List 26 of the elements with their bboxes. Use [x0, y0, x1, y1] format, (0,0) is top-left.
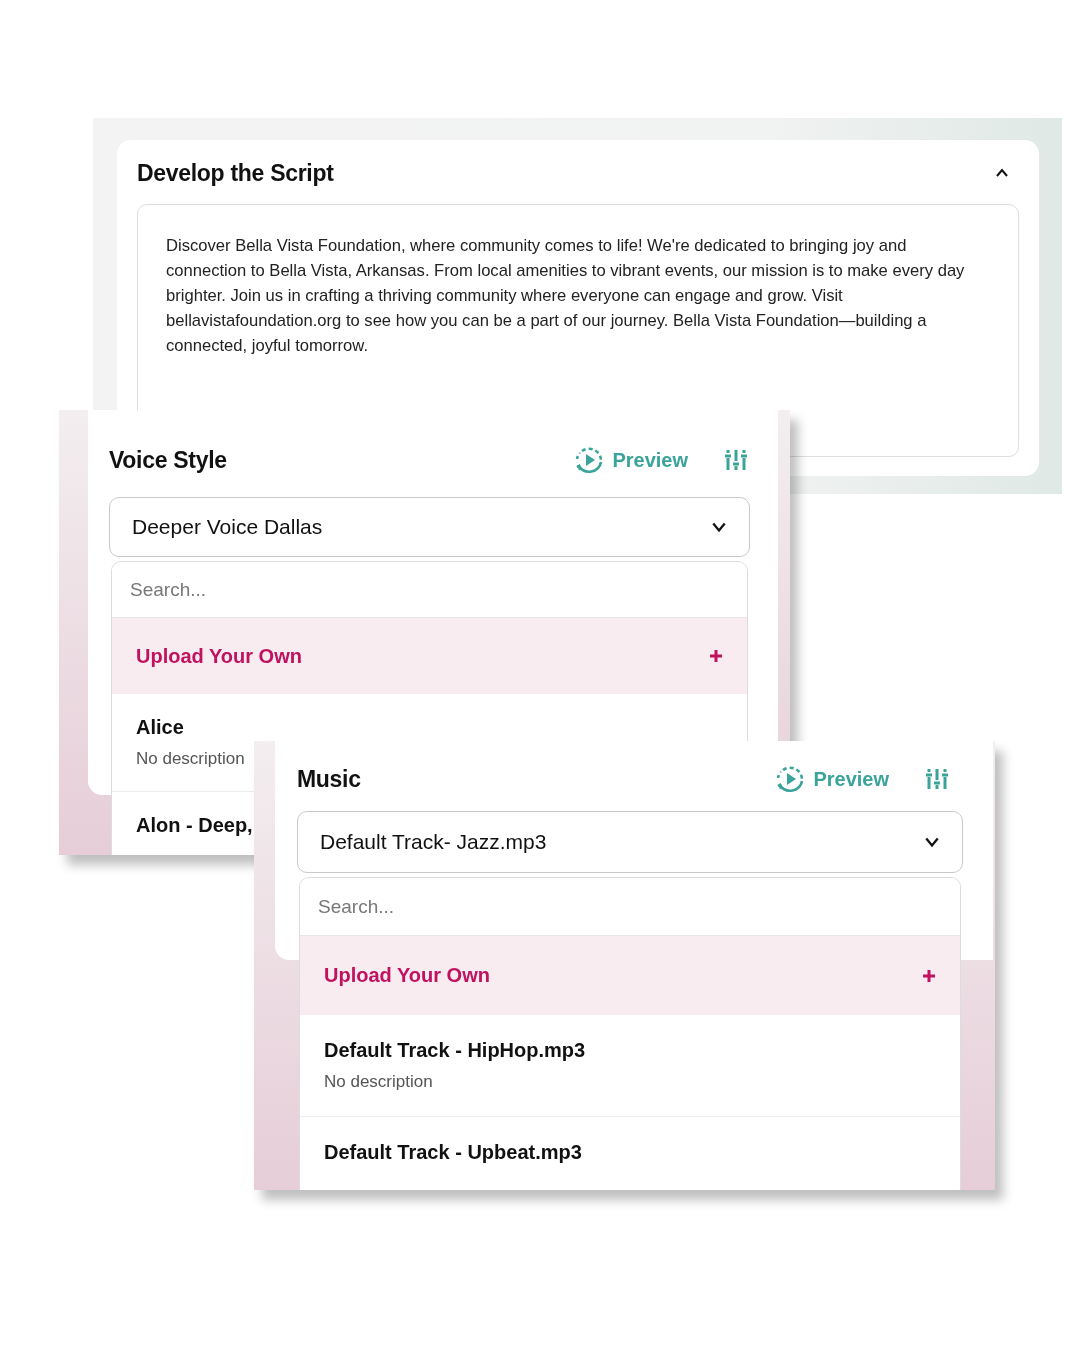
upload-label: Upload Your Own: [136, 644, 302, 668]
plus-icon: [709, 649, 723, 663]
list-option[interactable]: Default Track - Upbeat.mp3: [300, 1117, 960, 1190]
section-title: Voice Style: [109, 446, 227, 474]
option-name: Alon - Deep,: [136, 814, 254, 837]
sliders-icon[interactable]: [724, 448, 748, 472]
option-name: Alice: [136, 716, 185, 739]
search-field[interactable]: Search...: [112, 562, 747, 618]
search-field[interactable]: Search...: [300, 878, 960, 936]
play-icon: [775, 764, 806, 794]
script-text: Discover Bella Vista Foundation, where community comes to life! We're dedicated to bringing joy and connection to Bella Vista, Arkansas. From local amenities to vibrant events, our mission is to make every day brighter. Join us in crafting a thriving community where everyone can engage and grow. Visit bellavistafoundation.org to see how you can be a part of our journey. Bella Vista Foundation—building a connected, joyful tomorrow.: [166, 235, 966, 357]
upload-option[interactable]: Upload Your Own: [300, 936, 960, 1015]
option-name: Default Track - HipHop.mp3: [324, 1039, 587, 1062]
option-name: Default Track - Upbeat.mp3: [324, 1141, 583, 1164]
upload-option[interactable]: Upload Your Own: [112, 618, 747, 694]
dropdown-select[interactable]: Deeper Voice Dallas: [109, 497, 750, 557]
section-title: Music: [297, 765, 361, 793]
upload-label: Upload Your Own: [324, 964, 490, 987]
option-description: No description: [136, 749, 246, 769]
option-description: No description: [324, 1072, 434, 1092]
list-option[interactable]: Default Track - HipHop.mp3 No description: [300, 1015, 960, 1117]
dropdown-select[interactable]: Default Track- Jazz.mp3: [297, 811, 963, 873]
play-icon: [574, 445, 605, 475]
plus-icon: [922, 968, 936, 983]
sliders-icon[interactable]: [925, 767, 949, 791]
section-title: Develop the Script: [137, 159, 334, 187]
